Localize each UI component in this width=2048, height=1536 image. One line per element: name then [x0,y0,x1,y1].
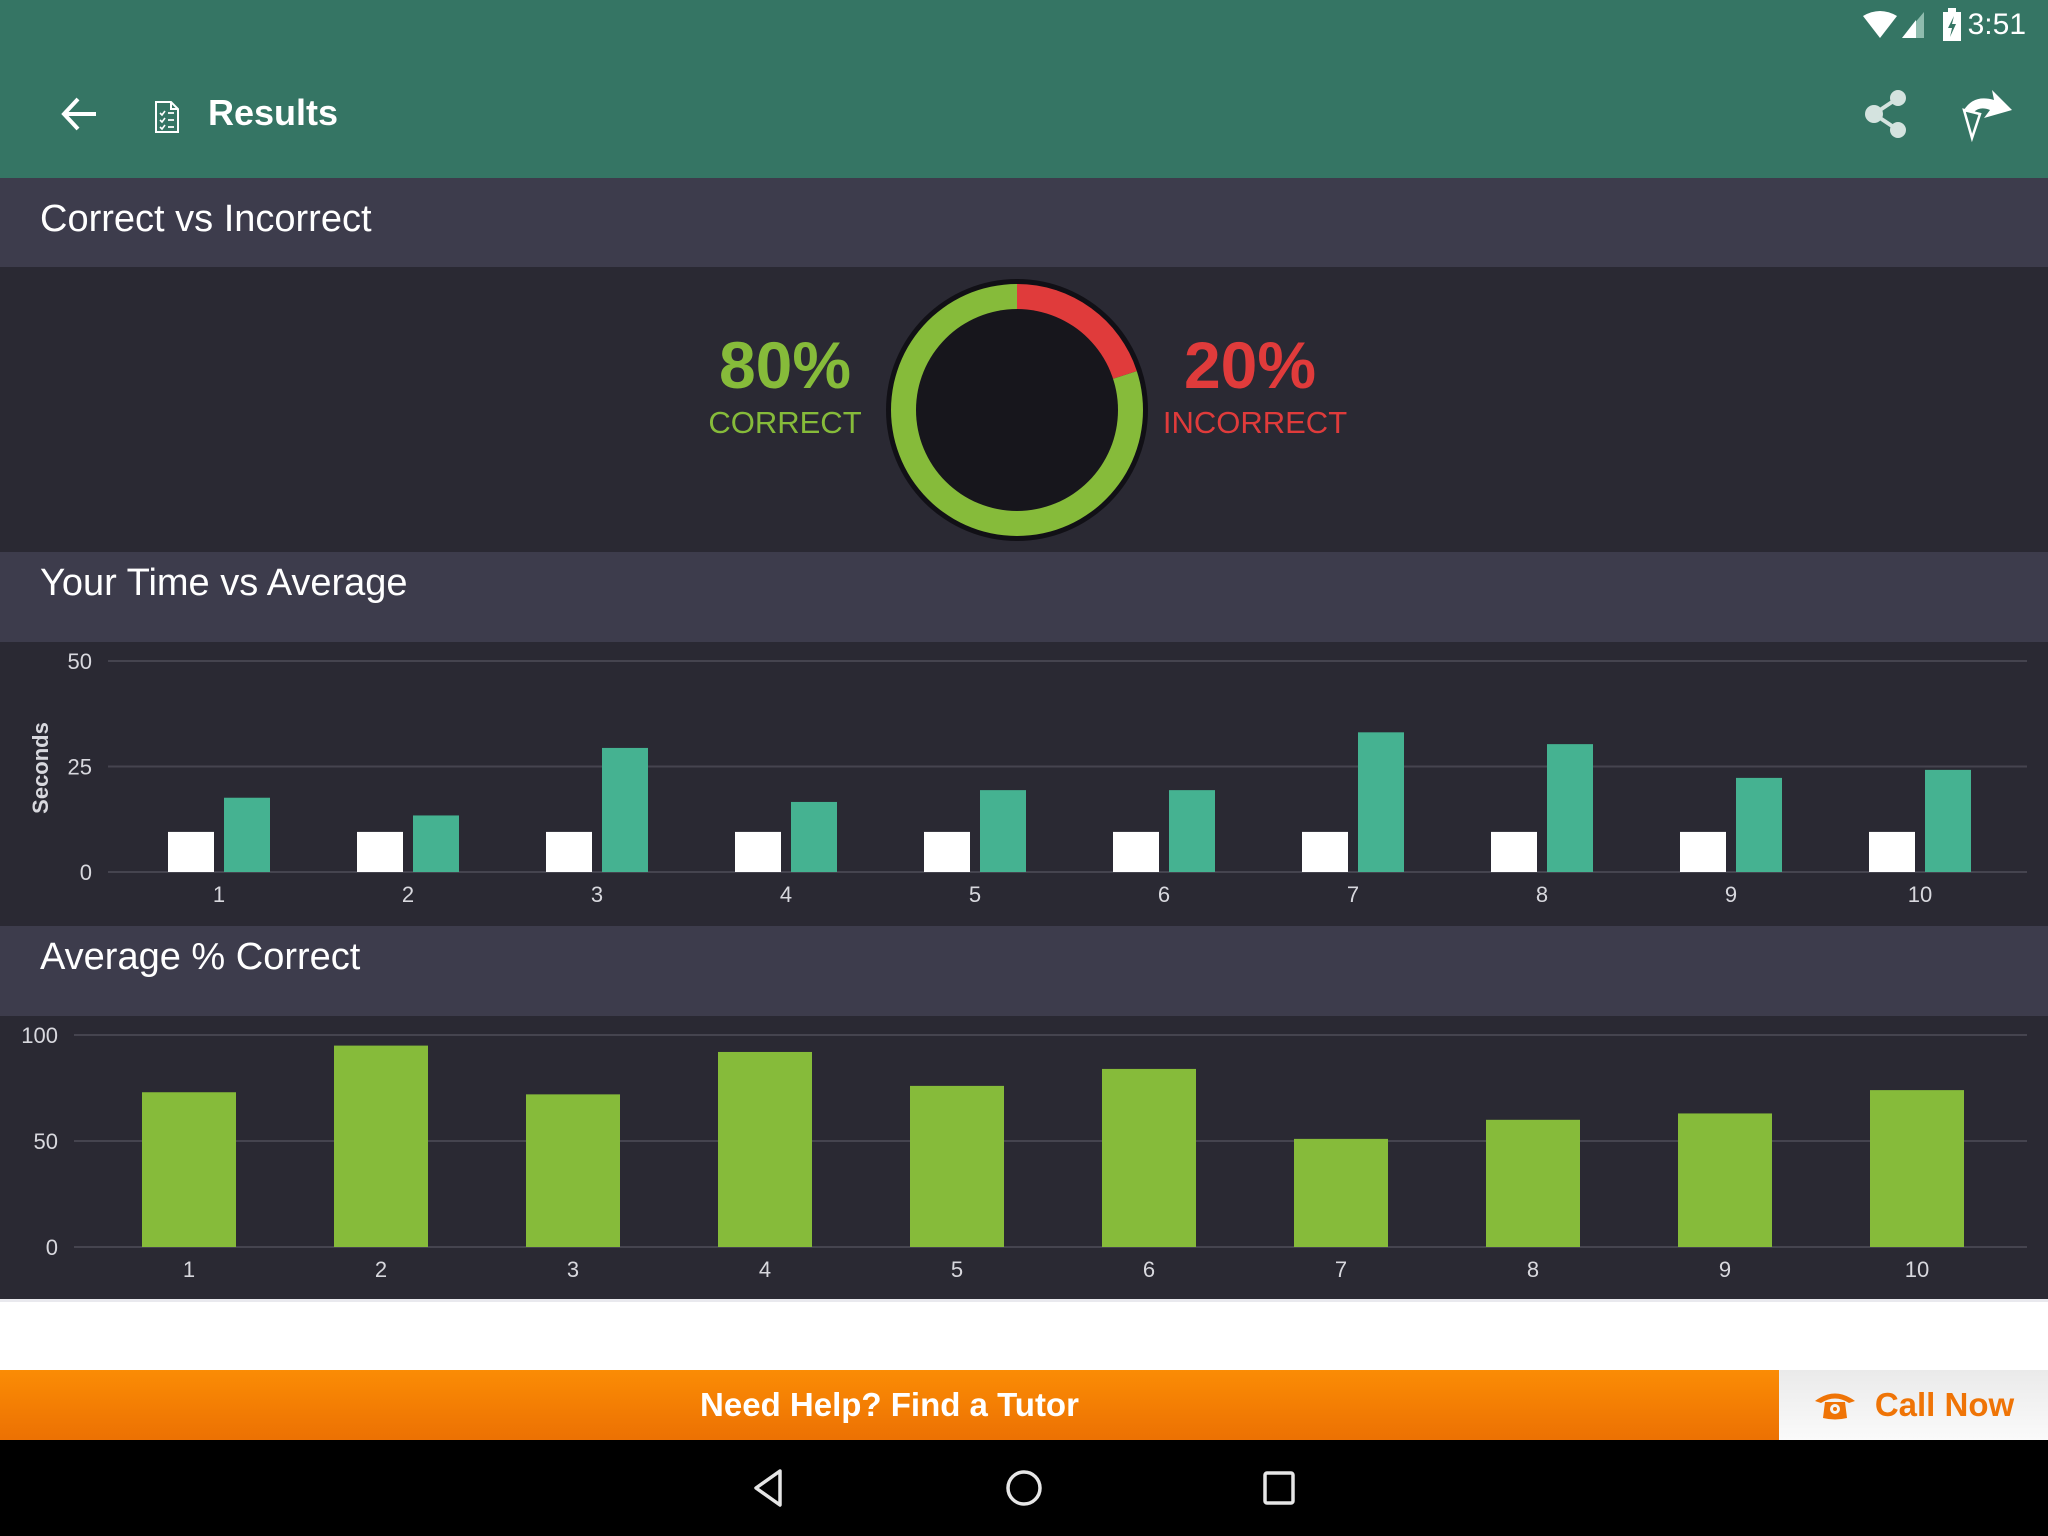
y-tick-label: 0 [80,860,92,885]
x-tick-label: 1 [183,1257,195,1282]
x-tick-label: 6 [1143,1257,1155,1282]
x-tick-label: 7 [1347,882,1359,907]
bar-avg-correct-6 [1102,1068,1196,1247]
arrow-left-icon[interactable] [60,96,100,132]
x-tick-label: 9 [1725,882,1737,907]
call-now-label: Call Now [1874,1386,2015,1423]
y-tick-label: 0 [46,1235,58,1260]
y-tick-label: 25 [68,755,92,780]
bar-your-time-1 [168,831,214,872]
bar-your-time-10 [1869,831,1915,872]
bar-your-time-9 [1680,831,1726,872]
x-tick-label: 6 [1158,882,1170,907]
bar-your-time-3 [546,831,592,872]
donut-chart [886,279,1148,541]
x-tick-label: 3 [567,1257,579,1282]
bar-your-time-7 [1302,831,1348,872]
status-time: 3:51 [1967,8,2026,41]
time-chart-panel: Seconds 0 25 50 1 2 3 4 5 6 7 8 9 10 [0,642,2048,926]
x-tick-label: 4 [780,882,792,907]
bar-your-time-2 [357,831,403,872]
y-axis-label: Seconds [28,722,53,814]
share-icon[interactable] [1862,88,1910,140]
bar-avg-correct-10 [1870,1090,1964,1247]
average-chart-panel: 0 50 100 1 2 3 4 5 6 7 8 9 10 [0,1016,2048,1299]
x-tick-label: 3 [591,882,603,907]
y-tick-label: 100 [21,1023,58,1048]
x-tick-label: 4 [759,1257,771,1282]
call-now-button[interactable]: Call Now [1779,1370,2048,1440]
system-nav-bar [0,1440,2048,1536]
section-header-time-vs-average: Your Time vs Average [0,552,2048,642]
section-header-average-correct: Average % Correct [0,926,2048,1016]
section-title: Your Time vs Average [40,562,408,604]
bar-avg-correct-7 [1294,1138,1388,1247]
find-tutor-button[interactable]: Need Help? Find a Tutor [0,1370,1779,1440]
bar-average-8 [1547,744,1593,872]
section-title: Average % Correct [40,936,361,978]
x-tick-label: 8 [1536,882,1548,907]
bar-avg-correct-3 [526,1094,620,1247]
bar-avg-correct-8 [1486,1119,1580,1247]
app-bar: Results [0,50,2048,178]
donut-panel: 80% CORRECT 20% INCORRECT [0,267,2048,552]
section-header-correct-vs-incorrect: Correct vs Incorrect [0,178,2048,267]
x-tick-label: 5 [951,1257,963,1282]
checklist-document-icon [155,101,179,133]
bar-average-10 [1925,769,1971,872]
x-tick-label: 5 [969,882,981,907]
bar-average-9 [1736,777,1782,872]
telephone-icon [1814,1393,1855,1420]
x-tick-label: 10 [1908,882,1932,907]
time-vs-average-chart: Seconds 0 25 50 1 2 3 4 5 6 7 8 9 10 [28,649,2027,907]
incorrect-label: INCORRECT [1162,405,1348,440]
x-tick-label: 10 [1905,1257,1929,1282]
bar-avg-correct-1 [142,1092,236,1247]
bar-average-4 [791,801,837,872]
bar-your-time-5 [924,831,970,872]
bar-average-1 [224,797,270,872]
back-triangle-icon[interactable] [750,1468,786,1508]
x-tick-label: 2 [375,1257,387,1282]
wifi-icon [1863,11,1897,38]
recents-square-icon[interactable] [1262,1470,1296,1506]
incorrect-percent: 20% [1183,328,1317,402]
correct-percent: 80% [718,328,852,402]
x-tick-label: 1 [213,882,225,907]
section-title: Correct vs Incorrect [40,198,372,240]
home-circle-icon[interactable] [1004,1468,1044,1508]
bar-average-5 [980,790,1026,872]
cheddar-forward-icon[interactable] [1954,88,2014,142]
find-tutor-label: Need Help? Find a Tutor [700,1386,1079,1423]
cellular-signal-icon [1902,12,1924,38]
bar-avg-correct-5 [910,1085,1004,1247]
bar-average-2 [413,815,459,872]
correct-label: CORRECT [708,405,862,440]
content-bottom-spacer [0,1299,2048,1370]
x-tick-label: 7 [1335,1257,1347,1282]
y-tick-label: 50 [34,1129,58,1154]
status-bar: 3:51 [0,0,2048,50]
bar-your-time-8 [1491,831,1537,872]
bar-avg-correct-9 [1678,1113,1772,1247]
bar-avg-correct-2 [334,1045,428,1247]
x-tick-label: 8 [1527,1257,1539,1282]
bar-average-6 [1169,790,1215,872]
y-tick-label: 50 [68,649,92,674]
bar-your-time-6 [1113,831,1159,872]
page-title: Results [208,92,339,133]
bar-avg-correct-4 [718,1051,812,1247]
bar-your-time-4 [735,831,781,872]
battery-charging-icon [1943,8,1961,41]
x-tick-label: 9 [1719,1257,1731,1282]
bar-average-3 [602,747,648,872]
average-correct-chart: 0 50 100 1 2 3 4 5 6 7 8 9 10 [21,1023,2027,1282]
x-tick-label: 2 [402,882,414,907]
bar-average-7 [1358,732,1404,872]
